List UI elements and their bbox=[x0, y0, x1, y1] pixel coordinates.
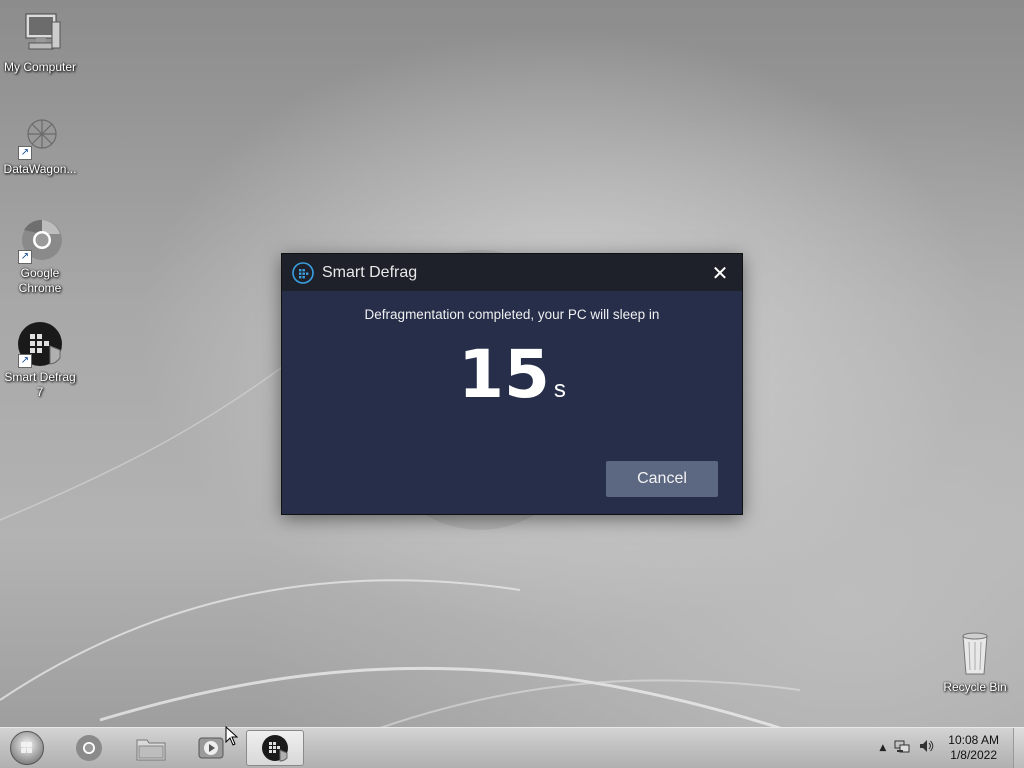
desktop-icon-google-chrome[interactable]: ↗ Google Chrome bbox=[0, 216, 80, 296]
countdown-unit: s bbox=[553, 376, 566, 403]
completion-message: Defragmentation completed, your PC will … bbox=[364, 307, 660, 322]
taskbar-smart-defrag[interactable] bbox=[246, 730, 304, 766]
sleep-countdown: 15 s bbox=[282, 342, 742, 408]
countdown-value: 15 bbox=[458, 336, 550, 413]
computer-icon bbox=[16, 10, 64, 58]
volume-icon[interactable] bbox=[918, 738, 934, 758]
taskbar-chrome[interactable] bbox=[68, 730, 110, 766]
taskbar: ▲ 10:08 AM 1/8/2022 bbox=[0, 727, 1024, 768]
desktop-icon-my-computer[interactable]: My Computer bbox=[0, 10, 80, 75]
smart-defrag-icon: ↗ bbox=[16, 320, 64, 368]
dialog-titlebar[interactable]: Smart Defrag ✕ bbox=[282, 254, 742, 291]
desktop-icon-label: Google Chrome bbox=[18, 266, 62, 295]
clock-time: 10:08 AM bbox=[948, 733, 999, 747]
desktop-icon-label: Smart Defrag 7 bbox=[4, 370, 76, 399]
close-icon[interactable]: ✕ bbox=[708, 261, 732, 285]
system-tray: ▲ 10:08 AM 1/8/2022 bbox=[875, 728, 1024, 768]
shortcut-arrow-icon: ↗ bbox=[18, 354, 32, 368]
file-explorer-icon bbox=[136, 739, 166, 761]
start-orb-icon bbox=[10, 731, 44, 765]
clock-date: 1/8/2022 bbox=[950, 748, 997, 762]
smart-defrag-icon bbox=[292, 261, 314, 284]
mouse-cursor-icon bbox=[225, 726, 239, 746]
recycle-bin-icon bbox=[951, 630, 999, 678]
show-desktop-button[interactable] bbox=[1013, 728, 1024, 768]
desktop-icon-label: Recycle Bin bbox=[943, 680, 1007, 694]
desktop-icon-smart-defrag[interactable]: ↗ Smart Defrag 7 bbox=[0, 320, 80, 400]
chrome-icon: ↗ bbox=[16, 216, 64, 264]
smart-defrag-icon bbox=[262, 735, 288, 762]
media-player-icon bbox=[198, 737, 224, 759]
desktop-icon-datawagon[interactable]: ↗ DataWagon... bbox=[0, 112, 80, 177]
taskbar-file-explorer[interactable] bbox=[130, 730, 172, 766]
smart-defrag-dialog: Smart Defrag ✕ Defragmentation completed… bbox=[282, 254, 742, 514]
start-button[interactable] bbox=[8, 730, 46, 766]
cancel-button[interactable]: Cancel bbox=[606, 461, 718, 497]
chrome-icon bbox=[76, 735, 102, 761]
desktop-icon-label: DataWagon... bbox=[3, 162, 77, 176]
shortcut-arrow-icon: ↗ bbox=[18, 250, 32, 264]
desktop-icon-recycle-bin[interactable]: Recycle Bin bbox=[935, 630, 1015, 695]
dialog-title: Smart Defrag bbox=[322, 263, 418, 281]
show-hidden-icons-button[interactable]: ▲ bbox=[879, 743, 886, 753]
network-icon[interactable] bbox=[894, 738, 910, 758]
clock[interactable]: 10:08 AM 1/8/2022 bbox=[948, 733, 999, 763]
desktop-icon-label: My Computer bbox=[3, 60, 77, 74]
shortcut-arrow-icon: ↗ bbox=[18, 146, 32, 160]
datawagon-icon: ↗ bbox=[16, 112, 64, 160]
